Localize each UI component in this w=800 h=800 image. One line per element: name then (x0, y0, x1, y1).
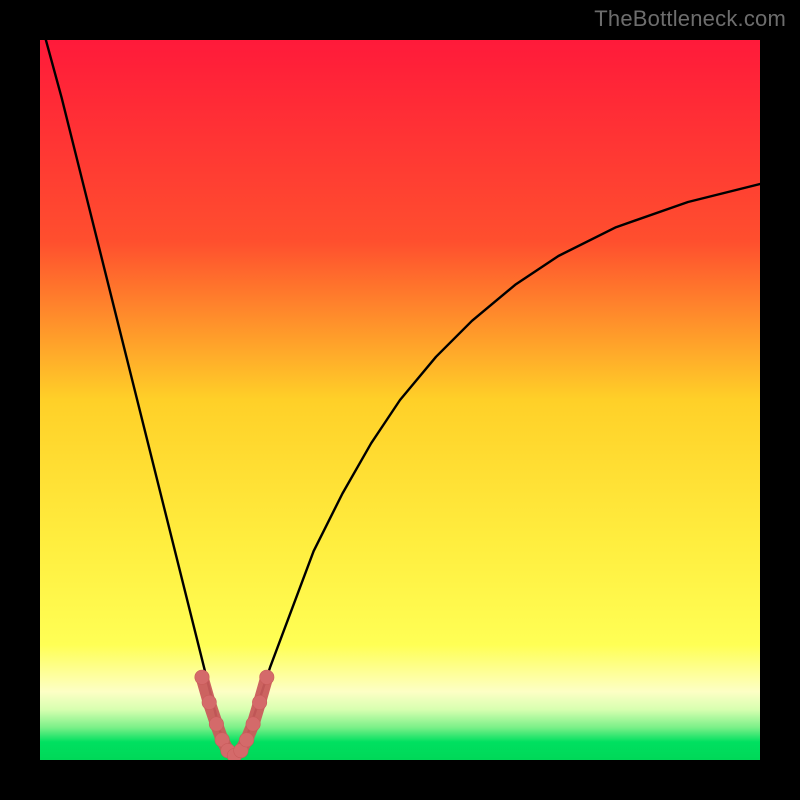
chart-svg (40, 40, 760, 760)
plot-area (40, 40, 760, 760)
chart-frame: TheBottleneck.com (0, 0, 800, 800)
watermark-text: TheBottleneck.com (594, 6, 786, 32)
